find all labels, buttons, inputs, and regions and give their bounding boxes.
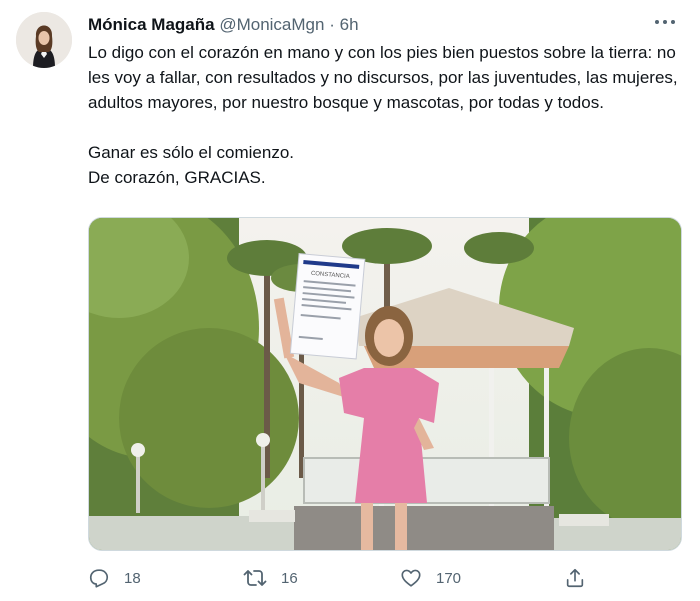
retweet-button[interactable]: 16 [243, 565, 298, 591]
author-handle[interactable]: @MonicaMgn [219, 15, 324, 34]
header-separator: · [329, 15, 335, 34]
share-icon [566, 568, 584, 588]
like-count: 170 [436, 569, 462, 587]
tweet-time[interactable]: 6h [340, 15, 359, 34]
author-avatar[interactable] [16, 12, 72, 68]
tweet-header: Mónica Magaña @MonicaMgn · 6h [88, 14, 359, 36]
reply-icon [89, 569, 109, 588]
tweet-text: Lo digo con el corazón en mano y con los… [88, 43, 678, 187]
more-options-button[interactable] [652, 12, 678, 32]
more-horizontal-icon [655, 20, 675, 24]
reply-count: 18 [124, 569, 141, 587]
share-button[interactable] [564, 565, 586, 591]
reply-button[interactable]: 18 [88, 565, 141, 591]
like-button[interactable]: 170 [400, 565, 461, 591]
tweet-actions: 18 16 170 [88, 565, 688, 591]
author-name[interactable]: Mónica Magaña [88, 15, 215, 34]
tweet-photo[interactable]: CONSTANCIA [88, 217, 682, 551]
heart-icon [401, 569, 421, 587]
retweet-icon [243, 570, 267, 586]
retweet-count: 16 [281, 569, 298, 587]
